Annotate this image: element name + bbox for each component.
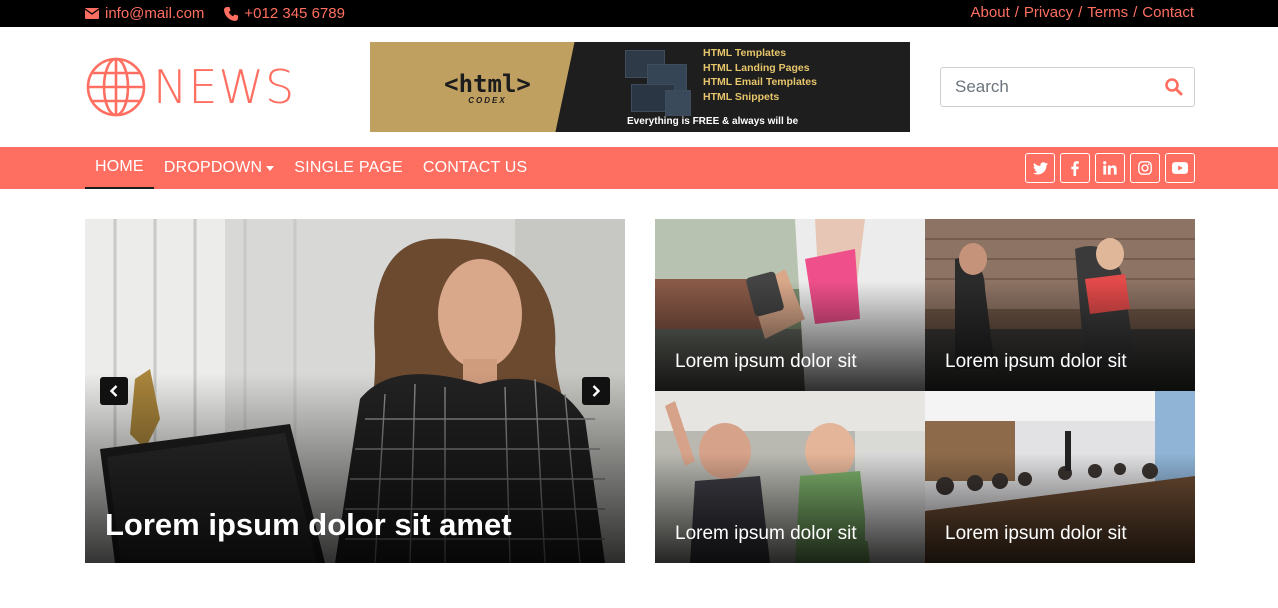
banner-list: HTML Templates HTML Landing Pages HTML E… (703, 47, 817, 104)
banner-list-item: HTML Email Templates (703, 76, 817, 88)
nav-item-home[interactable]: HOME (85, 147, 154, 189)
banner-brand-sub: CODEX (468, 95, 507, 105)
nav-menu: HOME DROPDOWN SINGLE PAGE CONTACT US (85, 147, 537, 189)
tile-title: Lorem ipsum dolor sit (945, 523, 1127, 544)
tile-overlay (655, 453, 925, 563)
facebook-button[interactable] (1060, 153, 1090, 183)
tile-overlay (655, 281, 925, 391)
social-links (1025, 153, 1195, 183)
chevron-left-icon (109, 385, 118, 397)
youtube-button[interactable] (1165, 153, 1195, 183)
news-tile[interactable]: Lorem ipsum dolor sit (925, 219, 1195, 391)
caret-down-icon (266, 165, 275, 171)
topbar-contact: info@mail.com +012 345 6789 (85, 0, 345, 27)
phone-contact[interactable]: +012 345 6789 (224, 5, 345, 22)
nav-item-label: CONTACT US (422, 159, 528, 176)
main-carousel[interactable]: Lorem ipsum dolor sit amet (85, 219, 625, 563)
carousel-title[interactable]: Lorem ipsum dolor sit amet (105, 507, 512, 543)
linkedin-button[interactable] (1095, 153, 1125, 183)
nav-item-single-page[interactable]: SINGLE PAGE (284, 147, 413, 189)
link-separator: / (1133, 3, 1138, 21)
phone-text: +012 345 6789 (244, 5, 345, 22)
link-about[interactable]: About (971, 4, 1010, 21)
instagram-button[interactable] (1130, 153, 1160, 183)
email-contact[interactable]: info@mail.com (85, 5, 204, 22)
search-box (940, 67, 1195, 107)
search-input[interactable] (941, 69, 1151, 105)
nav-item-label: DROPDOWN (163, 159, 263, 176)
link-separator: / (1014, 3, 1019, 21)
banner-screens-image (625, 50, 691, 120)
tile-title: Lorem ipsum dolor sit (675, 523, 857, 544)
link-contact[interactable]: Contact (1142, 4, 1194, 21)
globe-icon (86, 57, 146, 117)
youtube-icon (1172, 162, 1188, 174)
banner-content: HTML Templates HTML Landing Pages HTML E… (605, 42, 910, 132)
banner-list-item: HTML Landing Pages (703, 61, 810, 74)
phone-icon (224, 6, 239, 21)
carousel-prev-button[interactable] (100, 377, 128, 405)
news-tile[interactable]: Lorem ipsum dolor sit (655, 219, 925, 391)
search-icon[interactable] (1164, 77, 1184, 97)
news-tile[interactable]: Lorem ipsum dolor sit (925, 391, 1195, 563)
instagram-icon (1138, 161, 1152, 175)
nav-item-label: SINGLE PAGE (294, 159, 403, 176)
site-logo[interactable]: NEWS (85, 57, 295, 117)
carousel-next-button[interactable] (582, 377, 610, 405)
topbar: info@mail.com +012 345 6789 About / Priv… (0, 0, 1278, 27)
twitter-button[interactable] (1025, 153, 1055, 183)
chevron-right-icon (592, 385, 601, 397)
email-text: info@mail.com (105, 5, 205, 22)
nav-item-contact-us[interactable]: CONTACT US (413, 147, 538, 189)
linkedin-icon (1103, 161, 1117, 175)
tile-overlay (925, 453, 1195, 563)
facebook-icon (1071, 160, 1079, 176)
tile-overlay (925, 281, 1195, 391)
ad-banner[interactable]: <html> CODEX HTML Templates HTML Landing… (370, 42, 910, 132)
news-tile[interactable]: Lorem ipsum dolor sit (655, 391, 925, 563)
logo-text: NEWS (153, 60, 296, 114)
link-privacy[interactable]: Privacy (1024, 4, 1073, 21)
topbar-links: About / Privacy / Terms / Contact (971, 0, 1194, 24)
banner-tagline: Everything is FREE & always will be (627, 116, 799, 127)
tile-title: Lorem ipsum dolor sit (675, 351, 857, 372)
banner-brand-name: <html> (444, 69, 531, 98)
nav-item-dropdown[interactable]: DROPDOWN (154, 147, 284, 189)
tile-title: Lorem ipsum dolor sit (945, 351, 1127, 372)
link-separator: / (1078, 3, 1083, 21)
banner-list-item: HTML Snippets (703, 90, 780, 103)
envelope-icon (85, 8, 99, 19)
nav-item-label: HOME (95, 158, 144, 175)
banner-list-item: HTML Templates (703, 47, 787, 59)
twitter-icon (1032, 161, 1048, 174)
main-navbar: HOME DROPDOWN SINGLE PAGE CONTACT US (0, 147, 1278, 189)
link-terms[interactable]: Terms (1087, 4, 1128, 21)
